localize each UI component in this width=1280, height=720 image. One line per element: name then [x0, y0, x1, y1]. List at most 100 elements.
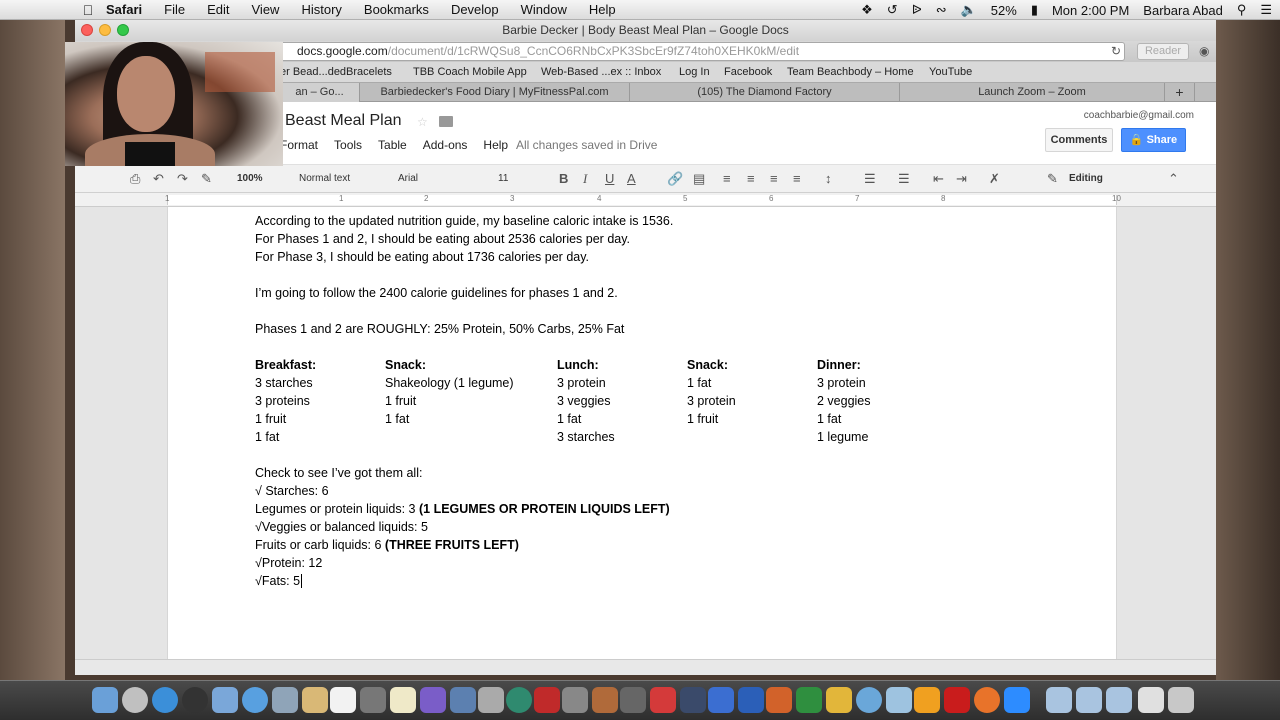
safari-icon[interactable] [152, 687, 178, 713]
document-title[interactable]: Beast Meal Plan [285, 112, 402, 130]
file-icon[interactable] [1138, 687, 1164, 713]
menu-file[interactable]: File [164, 2, 185, 17]
downloads-folder-icon[interactable] [1076, 687, 1102, 713]
align-left-icon[interactable]: ≡ [723, 171, 731, 186]
time-machine-dock-icon[interactable] [506, 687, 532, 713]
system-icon[interactable] [182, 687, 208, 713]
zoom-select[interactable]: 100% [237, 173, 263, 184]
home-icon[interactable] [650, 687, 676, 713]
notes-icon[interactable] [390, 687, 416, 713]
tab-zoom[interactable]: Launch Zoom – Zoom [900, 83, 1165, 102]
bold-icon[interactable]: B [559, 171, 568, 186]
redo-icon[interactable]: ↷ [177, 171, 188, 187]
acrobat-icon[interactable] [944, 687, 970, 713]
contacts-icon[interactable] [302, 687, 328, 713]
new-tab-button[interactable]: + [1165, 83, 1195, 102]
garageband-icon[interactable] [592, 687, 618, 713]
finder-icon[interactable] [92, 687, 118, 713]
notification-center-icon[interactable]: ☰ [1260, 2, 1272, 18]
clear-formatting-icon[interactable]: ✗ [989, 171, 1000, 187]
comment-icon[interactable]: ▤ [693, 171, 705, 187]
share-button[interactable]: 🔒 Share [1121, 128, 1186, 152]
menu-app-safari[interactable]: Safari [106, 2, 142, 17]
clock[interactable]: Mon 2:00 PM [1052, 3, 1129, 18]
collapse-toolbar-icon[interactable]: ⌃ [1168, 171, 1179, 187]
app-store-icon[interactable] [242, 687, 268, 713]
volume-icon[interactable]: 🔈 [961, 2, 977, 18]
menu-develop[interactable]: Develop [451, 2, 499, 17]
user-name[interactable]: Barbara Abad [1143, 3, 1223, 18]
trash-icon[interactable] [1168, 687, 1194, 713]
globe-icon[interactable] [856, 687, 882, 713]
tab-google-docs[interactable]: an – Go... [280, 83, 360, 102]
battery-status[interactable]: 52% [991, 3, 1017, 18]
bulleted-list-icon[interactable]: ☰ [898, 171, 910, 187]
zoom-icon[interactable] [1004, 687, 1030, 713]
link-icon[interactable]: 🔗 [667, 171, 683, 187]
menu-window[interactable]: Window [521, 2, 567, 17]
align-center-icon[interactable]: ≡ [747, 171, 755, 186]
docs-menu-addons[interactable]: Add-ons [423, 138, 468, 152]
menu-view[interactable]: View [252, 2, 280, 17]
editing-mode-select[interactable]: Editing [1069, 173, 1103, 184]
star-icon[interactable]: ☆ [417, 115, 428, 129]
style-select[interactable]: Normal text [299, 173, 350, 184]
dropbox-icon[interactable]: ❖ [861, 2, 873, 18]
bookmark-youtube[interactable]: YouTube [929, 66, 972, 78]
ruler[interactable]: 1 1 2 3 4 5 6 7 8 10 [75, 193, 1216, 207]
increase-indent-icon[interactable]: ⇥ [956, 171, 967, 187]
downloads-icon[interactable]: ◉ [1199, 44, 1209, 58]
calendar-icon[interactable] [330, 687, 356, 713]
decrease-indent-icon[interactable]: ⇤ [933, 171, 944, 187]
mail-icon[interactable] [272, 687, 298, 713]
print-icon[interactable]: ⎙ [130, 171, 140, 187]
preferences-icon[interactable] [478, 687, 504, 713]
powerpoint-icon[interactable] [766, 687, 792, 713]
screenshot-icon[interactable] [562, 687, 588, 713]
apple-icon[interactable]:  [70, 2, 106, 18]
bookmark-beads[interactable]: er Bead...dedBracelets [280, 66, 392, 78]
undo-icon[interactable]: ↶ [153, 171, 164, 187]
bluetooth-icon[interactable]: ᐉ [912, 2, 922, 18]
docs-menu-tools[interactable]: Tools [334, 138, 362, 152]
excel-icon[interactable] [796, 687, 822, 713]
help-icon[interactable] [360, 687, 386, 713]
stickies-icon[interactable] [680, 687, 706, 713]
menu-edit[interactable]: Edit [207, 2, 229, 17]
ibooks-icon[interactable] [914, 687, 940, 713]
preview-icon[interactable] [212, 687, 238, 713]
photos-icon[interactable] [450, 687, 476, 713]
save-status[interactable]: All changes saved in Drive [516, 138, 657, 152]
close-window-button[interactable] [81, 24, 93, 36]
docs-menu-format[interactable]: Format [280, 138, 318, 152]
text-color-icon[interactable]: A [627, 171, 636, 186]
tab-myfitnesspal[interactable]: Barbiedecker's Food Diary | MyFitnessPal… [360, 83, 630, 102]
justify-icon[interactable]: ≡ [793, 171, 801, 186]
imovie-icon[interactable] [420, 687, 446, 713]
paint-format-icon[interactable]: ✎ [201, 171, 212, 187]
firefox-icon[interactable] [974, 687, 1000, 713]
folder-icon[interactable] [439, 116, 453, 127]
launchpad-icon[interactable] [122, 687, 148, 713]
wifi-icon[interactable]: ∾ [936, 2, 947, 18]
reader-button[interactable]: Reader [1137, 43, 1189, 60]
document-page[interactable]: According to the updated nutrition guide… [167, 207, 1117, 659]
document-body[interactable]: According to the updated nutrition guide… [255, 212, 871, 590]
utility-icon[interactable] [620, 687, 646, 713]
time-machine-icon[interactable]: ↺ [887, 2, 898, 18]
italic-icon[interactable]: I [583, 171, 587, 187]
bookmark-team-beachbody[interactable]: Team Beachbody – Home [787, 66, 914, 78]
menu-history[interactable]: History [301, 2, 341, 17]
address-bar[interactable]: docs.google.com/document/d/1cRWQSu8_CcnC… [280, 42, 1125, 61]
textedit-icon[interactable] [886, 687, 912, 713]
comments-button[interactable]: Comments [1045, 128, 1113, 152]
numbered-list-icon[interactable]: ☰ [864, 171, 876, 187]
underline-icon[interactable]: U [605, 171, 614, 186]
word-icon[interactable] [738, 687, 764, 713]
menu-bookmarks[interactable]: Bookmarks [364, 2, 429, 17]
zoom-window-button[interactable] [117, 24, 129, 36]
bookmark-inbox[interactable]: Web-Based ...ex :: Inbox [541, 66, 661, 78]
docs-menu-help[interactable]: Help [483, 138, 508, 152]
photo-booth-icon[interactable] [534, 687, 560, 713]
menu-help[interactable]: Help [589, 2, 616, 17]
